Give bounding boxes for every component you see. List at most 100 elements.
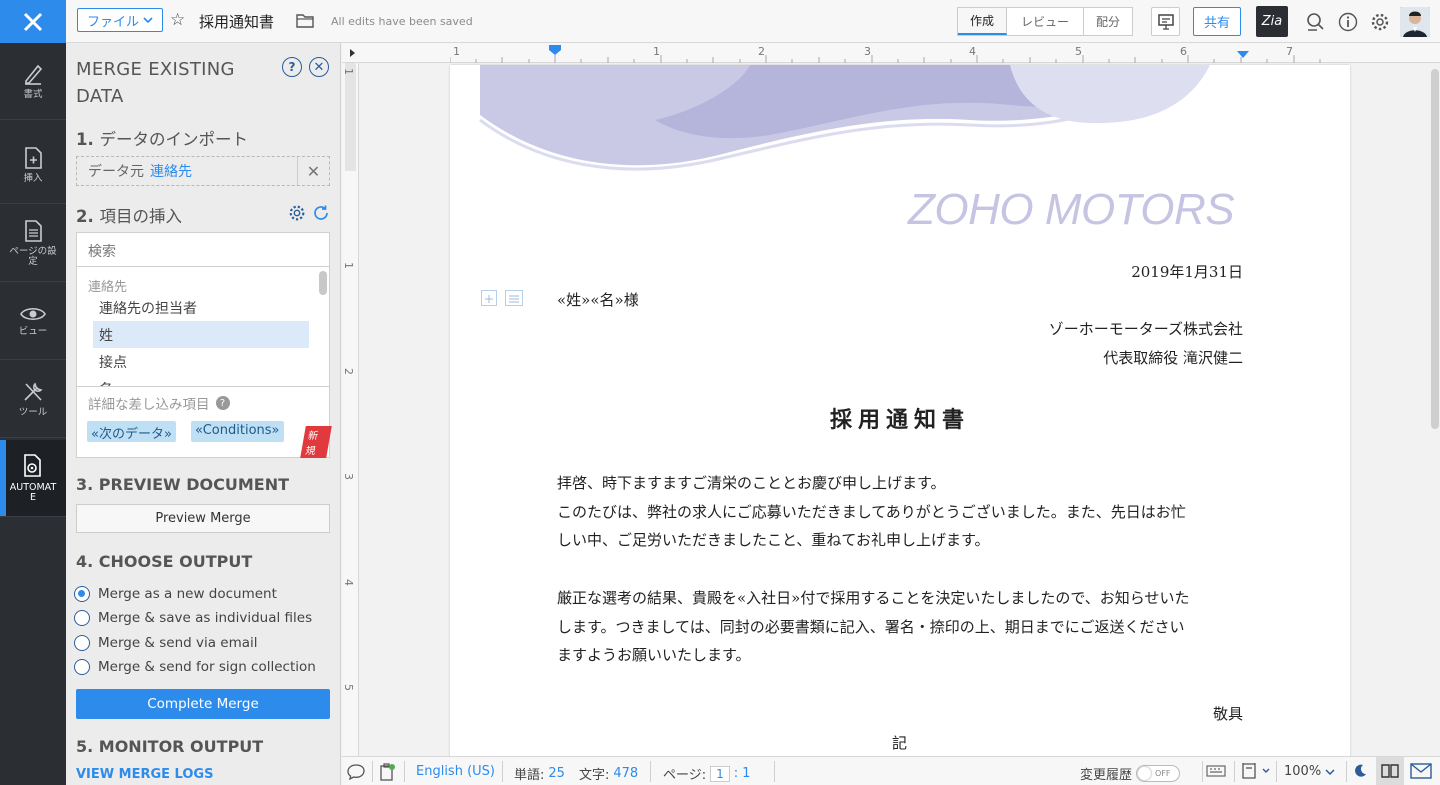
field-item[interactable]: 姓 [93, 321, 309, 348]
ruler-label: 2 [758, 45, 765, 58]
rail-item-format[interactable]: 書式 [0, 43, 66, 120]
ruler-label: 7 [1286, 45, 1293, 58]
night-mode-icon[interactable] [1352, 763, 1368, 779]
letter-date[interactable]: 2019年1月31日 [1131, 261, 1243, 282]
data-source-box[interactable]: データ元 連絡先 ✕ [76, 156, 330, 186]
refresh-icon[interactable] [312, 204, 330, 226]
letter-title[interactable]: 採用通知書 [450, 402, 1350, 434]
paragraph-decision[interactable]: 厳正な選考の結果、貴殿を«入社日»付で採用することを決定いたしましたので、お知ら… [557, 584, 1237, 670]
output-option-email[interactable]: Merge & send via email [74, 635, 258, 651]
zoom-selector[interactable]: 100% [1284, 764, 1335, 779]
complete-merge-button[interactable]: Complete Merge [76, 689, 330, 719]
star-icon[interactable]: ☆ [170, 10, 185, 30]
radio-button[interactable] [74, 635, 90, 651]
rail-item-insert[interactable]: 挿入 [0, 127, 66, 204]
field-item[interactable]: 接点 [93, 348, 309, 375]
share-button[interactable]: 共有 [1193, 7, 1241, 36]
rail-label: ページの設定 [9, 246, 57, 267]
paragraph-greeting[interactable]: 拝啓、時下ますますご清栄のこととお慶び申し上げます。 このたびは、弊社の求人にご… [557, 469, 1237, 555]
text-line: します。つきましては、同封の必要書類に記入、署名・捺印の上、期日までにご返送くだ… [557, 617, 1185, 636]
close-icon[interactable] [0, 0, 66, 43]
help-icon[interactable]: ? [215, 396, 230, 410]
page-icon [25, 220, 42, 242]
help-icon[interactable]: ? [282, 57, 302, 77]
tab-compose[interactable]: 作成 [958, 8, 1008, 35]
rail-item-automate[interactable]: AUTOMATE [0, 440, 66, 517]
field-settings-icon[interactable] [288, 204, 306, 226]
field-list-scrollbar[interactable] [319, 271, 327, 295]
representative-name[interactable]: 代表取締役 滝沢健二 [1103, 347, 1243, 368]
radio-button[interactable] [74, 586, 90, 602]
panel-close-icon[interactable]: ✕ [309, 57, 329, 77]
ki-heading[interactable]: 記 [892, 732, 907, 753]
chars-value: 478 [613, 766, 639, 781]
rail-item-view[interactable]: ビュー [0, 283, 66, 360]
track-changes-label: 変更履歴 [1080, 768, 1133, 783]
track-changes-toggle[interactable]: OFF [1136, 765, 1181, 782]
tab-review[interactable]: レビュー [1007, 8, 1085, 35]
field-item[interactable]: 連絡先の担当者 [93, 294, 309, 321]
company-name[interactable]: ゾーホーモーターズ株式会社 [1049, 318, 1243, 339]
document-page[interactable]: ZOHO MOTORS 2019年1月31日 «姓»«名»様 ゾーホーモーターズ… [450, 65, 1350, 756]
output-option-individual-files[interactable]: Merge & save as individual files [74, 610, 312, 626]
document-check-icon[interactable] [378, 762, 396, 782]
paragraph-menu-icon[interactable] [505, 290, 523, 306]
closing-keigu[interactable]: 敬具 [1213, 703, 1243, 724]
feedback-mail-icon[interactable] [1410, 762, 1432, 780]
scrollbar-thumb[interactable] [1431, 69, 1439, 429]
vertical-ruler[interactable]: 1 1 2 3 4 5 [342, 63, 359, 756]
ruler-label: 5 [342, 684, 355, 691]
editor-scrollbar[interactable] [1430, 67, 1440, 756]
option-label: Merge & save as individual files [98, 610, 313, 626]
ruler-label: 5 [1075, 45, 1082, 58]
remove-source-icon[interactable]: ✕ [297, 157, 329, 185]
divider [774, 761, 775, 782]
radio-button[interactable] [74, 610, 90, 626]
page-layout-icon[interactable] [1240, 762, 1272, 780]
conditions-chip[interactable]: «Conditions» [191, 421, 284, 442]
gear-icon[interactable] [1368, 10, 1392, 34]
chevron-down-icon [1325, 768, 1335, 775]
output-option-sign[interactable]: Merge & send for sign collection [74, 659, 316, 675]
divider [1346, 761, 1347, 782]
new-badge: 新規 [300, 426, 332, 458]
rail-item-page-setup[interactable]: ページの設定 [0, 205, 66, 282]
radio-button[interactable] [74, 659, 90, 675]
presentation-button[interactable] [1151, 7, 1180, 36]
info-icon[interactable] [1336, 10, 1360, 34]
language-selector[interactable]: English (US) [416, 764, 495, 779]
zia-button[interactable]: Zia [1256, 6, 1288, 37]
folder-icon[interactable] [296, 13, 314, 32]
keyboard-icon[interactable] [1206, 763, 1226, 779]
preview-merge-button[interactable]: Preview Merge [76, 504, 330, 533]
char-count: 文字: 478 [579, 764, 638, 783]
words-value: 25 [548, 766, 565, 781]
step-label: データのインポート [99, 130, 249, 149]
option-label: Merge & send via email [98, 635, 258, 651]
page-label: ページ: [663, 768, 707, 783]
tab-distribute[interactable]: 配分 [1084, 8, 1132, 35]
ruler-label: 4 [969, 45, 976, 58]
rail-label: ツール [18, 407, 48, 418]
ruler-label: 1 [342, 262, 355, 269]
reading-view-icon[interactable] [1376, 757, 1404, 785]
rail-item-tools[interactable]: ツール [0, 361, 66, 438]
view-merge-logs-link[interactable]: VIEW MERGE LOGS [76, 767, 213, 782]
file-menu-button[interactable]: ファイル [77, 8, 163, 32]
recipient-line[interactable]: «姓»«名»様 [557, 289, 639, 310]
field-search-input[interactable]: 検索 [77, 233, 329, 267]
data-source-link[interactable]: 連絡先 [150, 161, 192, 181]
document-title[interactable]: 採用通知書 [199, 11, 274, 32]
horizontal-ruler[interactable]: 1 1 2 3 4 5 6 7 [342, 43, 1440, 63]
merge-panel: MERGE EXISTING DATA ? ✕ 1. データのインポート データ… [66, 43, 341, 785]
ruler-toggle-icon[interactable] [346, 48, 356, 58]
add-block-icon[interactable] [481, 290, 497, 306]
output-option-new-document[interactable]: Merge as a new document [74, 586, 277, 602]
page-input[interactable]: 1 [710, 765, 730, 782]
avatar[interactable] [1400, 7, 1430, 37]
step-preview-heading: 3. PREVIEW DOCUMENT [76, 475, 290, 494]
search-icon[interactable] [1303, 10, 1327, 34]
comment-icon[interactable] [346, 763, 366, 781]
next-record-chip[interactable]: «次のデータ» [87, 421, 176, 442]
field-item[interactable]: 名 [93, 375, 309, 386]
